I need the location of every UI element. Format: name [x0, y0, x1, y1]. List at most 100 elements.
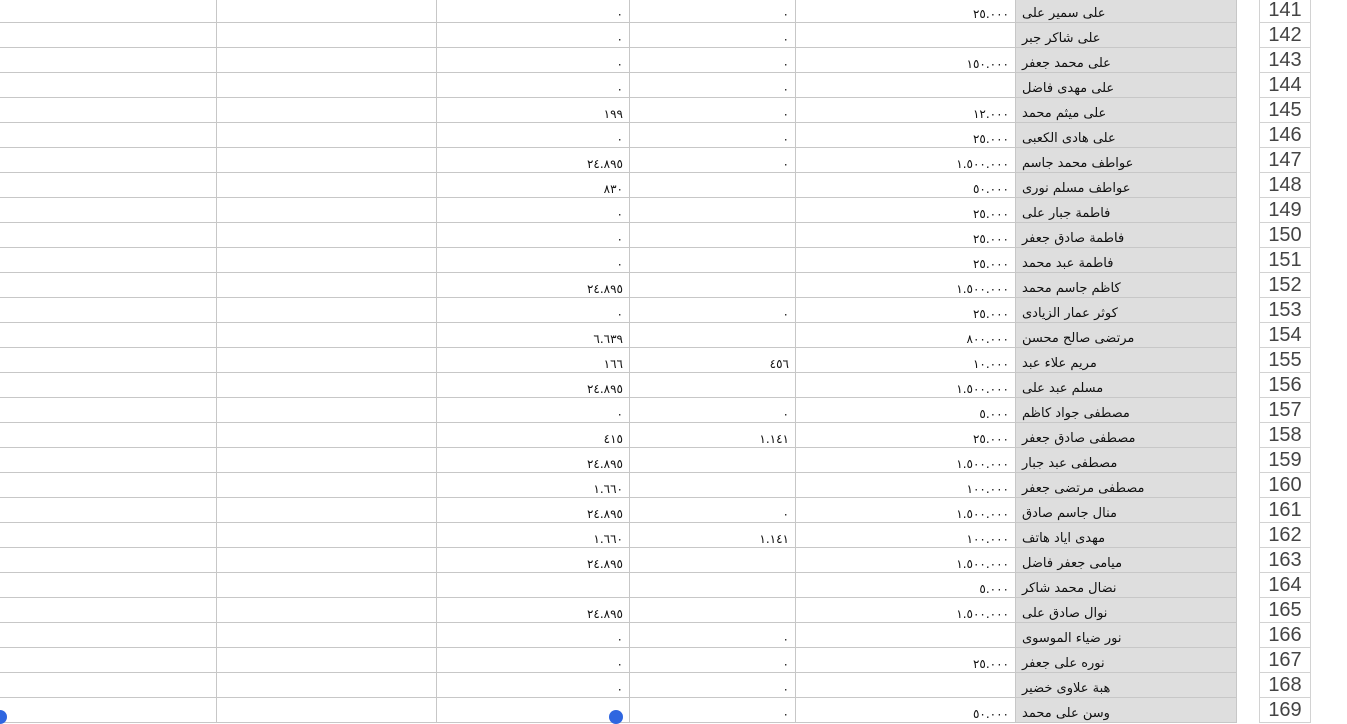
row-number[interactable]: 143: [1259, 48, 1311, 73]
cell-c[interactable]: ٠: [437, 648, 630, 673]
cell-empty[interactable]: [217, 523, 437, 548]
cell-a[interactable]: ٥٠.٠٠٠: [796, 173, 1016, 198]
row-number[interactable]: 167: [1259, 648, 1311, 673]
cell-empty[interactable]: [217, 98, 437, 123]
cell-empty[interactable]: [0, 523, 217, 548]
cell-b[interactable]: ٠: [630, 623, 796, 648]
row-number[interactable]: 146: [1259, 123, 1311, 148]
cell-empty[interactable]: [0, 173, 217, 198]
cell-c[interactable]: ٠: [437, 223, 630, 248]
cell-empty[interactable]: [217, 298, 437, 323]
cell-a[interactable]: ٢٥.٠٠٠: [796, 298, 1016, 323]
cell-c[interactable]: ١.٦٦٠: [437, 473, 630, 498]
cell-c[interactable]: ٠: [437, 623, 630, 648]
cell-name[interactable]: نوره على جعفر: [1016, 648, 1237, 673]
cell-empty[interactable]: [217, 23, 437, 48]
row-number[interactable]: 144: [1259, 73, 1311, 98]
cell-c[interactable]: ٠: [437, 0, 630, 23]
cell-c[interactable]: ٠: [437, 398, 630, 423]
row-number[interactable]: 158: [1259, 423, 1311, 448]
cell-a[interactable]: ٢٥.٠٠٠: [796, 648, 1016, 673]
cell-name[interactable]: نور ضياء الموسوى: [1016, 623, 1237, 648]
cell-empty[interactable]: [217, 473, 437, 498]
cell-name[interactable]: فاطمة جبار على: [1016, 198, 1237, 223]
cell-a[interactable]: ٢٥.٠٠٠: [796, 198, 1016, 223]
cell-empty[interactable]: [0, 298, 217, 323]
cell-name[interactable]: مريم علاء عبد: [1016, 348, 1237, 373]
cell-empty[interactable]: [0, 48, 217, 73]
row-number[interactable]: 155: [1259, 348, 1311, 373]
cell-empty[interactable]: [217, 548, 437, 573]
cell-empty[interactable]: [0, 273, 217, 298]
cell-b[interactable]: [630, 373, 796, 398]
cell-empty[interactable]: [0, 73, 217, 98]
cell-name[interactable]: مهدى اياد هاتف: [1016, 523, 1237, 548]
cell-a[interactable]: ١.٥٠٠.٠٠٠: [796, 273, 1016, 298]
cell-empty[interactable]: [0, 23, 217, 48]
cell-empty[interactable]: [0, 598, 217, 623]
cell-name[interactable]: مصطفى عبد جبار: [1016, 448, 1237, 473]
cell-empty[interactable]: [0, 373, 217, 398]
cell-a[interactable]: ١.٥٠٠.٠٠٠: [796, 448, 1016, 473]
cell-name[interactable]: فاطمة صادق جعفر: [1016, 223, 1237, 248]
cell-b[interactable]: ٠: [630, 0, 796, 23]
row-number[interactable]: 141: [1259, 0, 1311, 23]
cell-name[interactable]: نضال محمد شاكر: [1016, 573, 1237, 598]
cell-c[interactable]: ٢٤.٨٩٥: [437, 448, 630, 473]
cell-a[interactable]: ٥٠.٠٠٠: [796, 698, 1016, 723]
cell-a[interactable]: [796, 73, 1016, 98]
cell-a[interactable]: ١٠٠.٠٠٠: [796, 473, 1016, 498]
cell-c[interactable]: ٤١٥: [437, 423, 630, 448]
cell-a[interactable]: ١.٥٠٠.٠٠٠: [796, 598, 1016, 623]
cell-a[interactable]: ٢٥.٠٠٠: [796, 123, 1016, 148]
cell-empty[interactable]: [217, 348, 437, 373]
cell-empty[interactable]: [0, 498, 217, 523]
cell-empty[interactable]: [0, 248, 217, 273]
cell-a[interactable]: ١٢.٠٠٠: [796, 98, 1016, 123]
row-number[interactable]: 148: [1259, 173, 1311, 198]
row-number[interactable]: 154: [1259, 323, 1311, 348]
cell-b[interactable]: ٠: [630, 698, 796, 723]
cell-empty[interactable]: [0, 698, 217, 723]
row-number[interactable]: 169: [1259, 698, 1311, 723]
cell-empty[interactable]: [0, 398, 217, 423]
row-number[interactable]: 156: [1259, 373, 1311, 398]
cell-c[interactable]: ١.٦٦٠: [437, 523, 630, 548]
cell-a[interactable]: ١٥٠.٠٠٠: [796, 48, 1016, 73]
cell-empty[interactable]: [0, 573, 217, 598]
cell-empty[interactable]: [0, 198, 217, 223]
cell-empty[interactable]: [217, 323, 437, 348]
cell-name[interactable]: على مهدى فاضل: [1016, 73, 1237, 98]
row-number[interactable]: 165: [1259, 598, 1311, 623]
cell-empty[interactable]: [0, 648, 217, 673]
cell-empty[interactable]: [217, 273, 437, 298]
cell-c[interactable]: [437, 573, 630, 598]
cell-empty[interactable]: [217, 0, 437, 23]
cell-b[interactable]: ٠: [630, 23, 796, 48]
cell-empty[interactable]: [217, 648, 437, 673]
cell-empty[interactable]: [0, 548, 217, 573]
cell-name[interactable]: مصطفى مرتضى جعفر: [1016, 473, 1237, 498]
row-number[interactable]: 145: [1259, 98, 1311, 123]
cell-empty[interactable]: [217, 198, 437, 223]
cell-empty[interactable]: [217, 448, 437, 473]
cell-b[interactable]: [630, 573, 796, 598]
cell-c[interactable]: ٠: [437, 673, 630, 698]
cell-b[interactable]: ٠: [630, 73, 796, 98]
row-number[interactable]: 153: [1259, 298, 1311, 323]
cell-name[interactable]: ميامى جعفر فاضل: [1016, 548, 1237, 573]
row-number[interactable]: 147: [1259, 148, 1311, 173]
cell-empty[interactable]: [0, 623, 217, 648]
cell-c[interactable]: ٠: [437, 23, 630, 48]
cell-b[interactable]: [630, 473, 796, 498]
cell-empty[interactable]: [217, 698, 437, 723]
cell-b[interactable]: ٠: [630, 98, 796, 123]
cell-name[interactable]: مصطفى صادق جعفر: [1016, 423, 1237, 448]
row-number[interactable]: 159: [1259, 448, 1311, 473]
cell-a[interactable]: ١٠٠.٠٠٠: [796, 523, 1016, 548]
cell-b[interactable]: [630, 323, 796, 348]
cell-c[interactable]: ٠: [437, 48, 630, 73]
cell-name[interactable]: كوثر عمار الزيادى: [1016, 298, 1237, 323]
cell-b[interactable]: ٠: [630, 48, 796, 73]
cell-empty[interactable]: [0, 448, 217, 473]
